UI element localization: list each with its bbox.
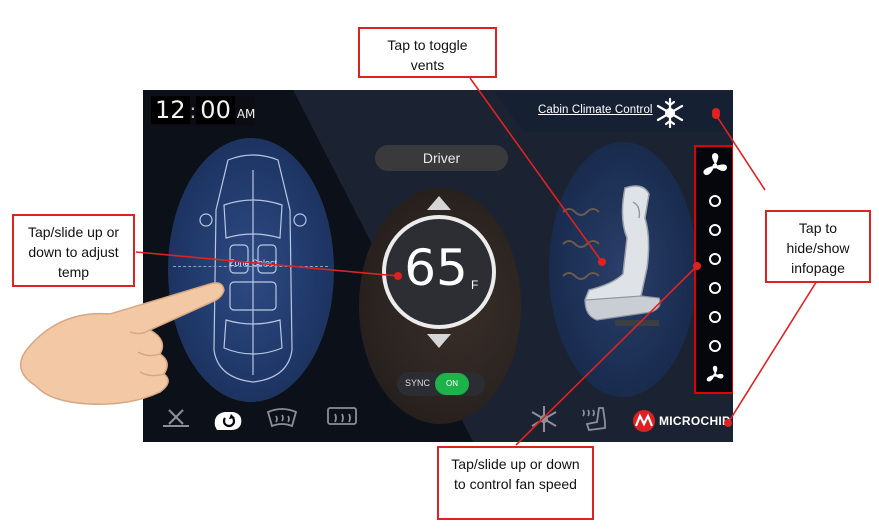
clock-minutes: 00 (196, 96, 235, 124)
clock-hours: 12 (151, 96, 190, 124)
sync-label: SYNC (405, 378, 431, 388)
fan-speed-level-4[interactable] (709, 253, 721, 265)
seat-icon[interactable] (555, 178, 695, 338)
fan-speed-level-6[interactable] (709, 195, 721, 207)
seat-heat-icon[interactable] (579, 404, 613, 434)
clock: 12 : 00 AM (151, 96, 256, 126)
infopage-toggle-dot[interactable] (712, 108, 720, 116)
zone-select-label: Zone Select (228, 258, 278, 268)
fan-speed-level-1[interactable] (709, 340, 721, 352)
temperature-unit: F (471, 278, 479, 292)
climate-snowflake-sun-icon[interactable] (653, 96, 687, 130)
fan-speed-level-2[interactable] (709, 311, 721, 323)
fan-large-icon (703, 153, 727, 176)
fan-speed-slider[interactable] (694, 145, 733, 394)
callout-fan: Tap/slide up or down to control fan spee… (437, 446, 594, 520)
brand-name: MICROCHIP (659, 414, 731, 428)
fan-speed-level-3[interactable] (709, 282, 721, 294)
sync-toggle-on[interactable]: ON (435, 373, 469, 395)
page-title: Cabin Climate Control (538, 104, 653, 116)
clock-ampm: AM (236, 107, 256, 121)
temperature-value[interactable]: 65 (401, 238, 471, 298)
ac-snowflake-icon[interactable] (527, 404, 561, 434)
callout-infopage: Tap to hide/show infopage (765, 210, 871, 283)
fan-small-icon (706, 365, 724, 382)
callout-vents: Tap to toggle vents (358, 27, 497, 78)
clock-separator: : (189, 99, 197, 123)
fan-speed-level-5[interactable] (709, 224, 721, 236)
sync-switch[interactable]: SYNC ON (397, 372, 485, 396)
callout-temp: Tap/slide up or down to adjust temp (12, 214, 135, 287)
driver-zone-button[interactable]: Driver (375, 145, 508, 171)
pointing-hand-illustration (19, 282, 225, 405)
windshield-defrost-icon[interactable] (265, 404, 299, 434)
rear-window-heat-icon[interactable] (325, 404, 359, 434)
